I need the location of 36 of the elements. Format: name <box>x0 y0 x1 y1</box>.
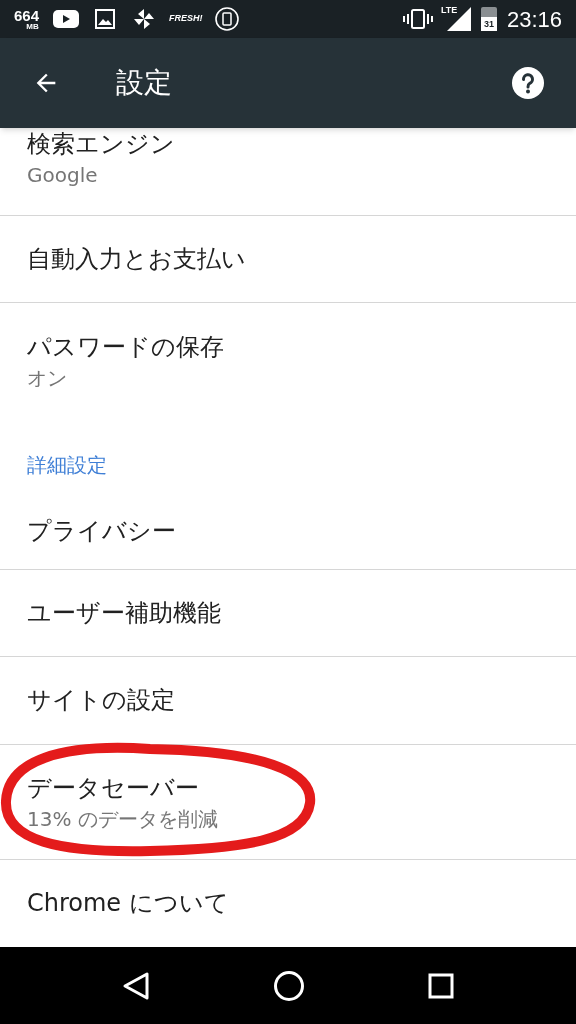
clock: 23:16 <box>506 5 562 34</box>
item-title: データセーバー <box>27 772 200 804</box>
back-triangle-icon[interactable] <box>121 970 150 1001</box>
item-subtitle: 13% のデータを削減 <box>27 805 219 833</box>
help-icon[interactable] <box>512 67 544 99</box>
phone-icon <box>214 7 239 31</box>
settings-item[interactable]: Chrome について <box>0 859 576 947</box>
settings-item[interactable]: ユーザー補助機能 <box>0 569 576 658</box>
calendar-battery-icon: 31 <box>480 7 497 31</box>
memory-reading: 664 <box>14 7 40 23</box>
item-title: Chrome について <box>27 888 230 920</box>
settings-item[interactable]: パスワードの保存 オン <box>0 303 576 417</box>
settings-item[interactable]: 自動入力とお支払い <box>0 216 576 304</box>
item-title: 検索エンジン <box>27 129 176 160</box>
settings-item[interactable]: サイトの設定 <box>0 657 576 745</box>
section-header: 詳細設定 <box>27 452 108 480</box>
image-icon <box>95 9 116 29</box>
pinwheel-icon <box>133 8 156 30</box>
screen-title: 設定 <box>116 65 172 101</box>
item-subtitle: オン <box>27 365 68 393</box>
item-title: パスワードの保存 <box>27 332 225 364</box>
item-title: プライバシー <box>27 515 177 547</box>
app-label: FRESH! <box>169 12 203 26</box>
play-icon <box>53 10 80 28</box>
settings-item[interactable]: 検索エンジン Google <box>0 128 576 216</box>
item-title: サイトの設定 <box>27 685 176 717</box>
vibrate-icon <box>402 9 433 29</box>
recents-square-icon[interactable] <box>428 972 455 999</box>
network-type: LTE <box>440 4 458 17</box>
item-title: ユーザー補助機能 <box>27 598 222 630</box>
settings-item[interactable]: プライバシー <box>0 492 576 570</box>
memory-unit: MB <box>26 22 39 31</box>
home-circle-icon[interactable] <box>273 969 305 1002</box>
settings-item[interactable]: データセーバー 13% のデータを削減 <box>0 744 576 860</box>
item-title: 自動入力とお支払い <box>27 244 247 276</box>
item-subtitle: Google <box>27 162 99 189</box>
